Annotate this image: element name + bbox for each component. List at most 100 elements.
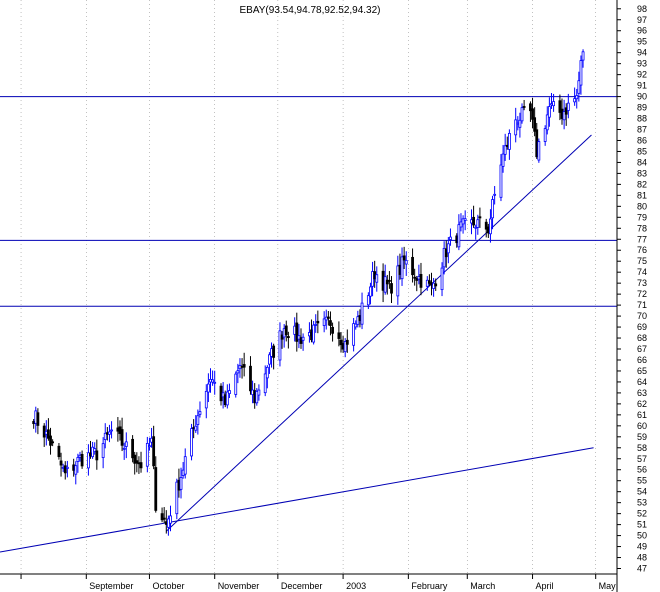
candle-body xyxy=(297,335,301,340)
candle-body xyxy=(47,429,50,439)
candle-body xyxy=(402,255,406,261)
y-tick-label: 74 xyxy=(637,267,647,277)
candle-body xyxy=(249,365,252,392)
candle-body xyxy=(322,318,326,326)
candle-body xyxy=(120,429,124,446)
y-tick-label: 78 xyxy=(637,223,647,233)
y-tick-label: 57 xyxy=(637,454,647,464)
y-tick-label: 97 xyxy=(637,15,647,25)
candle-body xyxy=(221,392,225,398)
candle-body xyxy=(131,438,135,459)
candle-body xyxy=(183,456,187,475)
y-tick-label: 80 xyxy=(637,201,647,211)
candle-body xyxy=(255,390,259,404)
candle-body xyxy=(308,332,311,337)
candle-body xyxy=(507,132,511,150)
candle-body xyxy=(337,332,341,339)
candle-body xyxy=(415,277,419,281)
y-tick-label: 77 xyxy=(637,234,647,244)
candle-body xyxy=(550,103,553,106)
y-tick-label: 76 xyxy=(637,245,647,255)
candle-body xyxy=(34,410,38,424)
y-tick-label: 75 xyxy=(637,256,647,266)
candle-body xyxy=(166,518,170,528)
candle-body xyxy=(388,279,391,282)
candle-body xyxy=(251,389,254,396)
candle-body xyxy=(531,108,534,120)
candle-body xyxy=(371,271,374,287)
candle-body xyxy=(265,366,269,379)
candle-body xyxy=(547,106,551,118)
y-tick-label: 61 xyxy=(637,410,647,420)
candle-body xyxy=(573,98,577,103)
plot-background xyxy=(0,0,617,574)
y-tick-label: 68 xyxy=(637,333,647,343)
y-tick-label: 49 xyxy=(637,542,647,552)
candle-body xyxy=(278,330,282,361)
y-tick-label: 60 xyxy=(637,421,647,431)
candle-body xyxy=(543,128,547,142)
candle-body xyxy=(175,481,179,515)
x-tick-label: October xyxy=(152,581,184,591)
y-tick-label: 52 xyxy=(637,509,647,519)
candle-body xyxy=(459,221,463,228)
y-tick-label: 64 xyxy=(637,377,647,387)
candle-body xyxy=(413,276,417,279)
candle-body xyxy=(343,341,347,353)
y-tick-label: 54 xyxy=(637,487,647,497)
candle-body xyxy=(478,216,482,219)
candle-body xyxy=(133,454,137,464)
candle-body xyxy=(51,441,55,444)
candle-body xyxy=(160,513,164,521)
candle-body xyxy=(196,415,200,425)
candle-body xyxy=(44,431,48,435)
candle-body xyxy=(390,283,393,294)
candle-body xyxy=(400,256,404,280)
candle-body xyxy=(150,437,153,443)
y-tick-label: 95 xyxy=(637,37,647,47)
candle-body xyxy=(139,462,143,469)
candle-body xyxy=(375,274,379,283)
candle-body xyxy=(74,465,78,475)
candle-body xyxy=(198,411,202,415)
candle-body xyxy=(329,320,332,326)
y-tick-label: 79 xyxy=(637,212,647,222)
candle-body xyxy=(228,390,231,394)
candle-body xyxy=(282,328,286,338)
candle-body xyxy=(499,164,503,198)
candle-body xyxy=(558,100,562,113)
candle-body xyxy=(562,111,566,121)
candle-body xyxy=(213,381,217,384)
candle-body xyxy=(59,460,63,466)
candle-body xyxy=(411,256,414,276)
candle-body xyxy=(463,218,467,221)
y-tick-label: 69 xyxy=(637,322,647,332)
y-tick-label: 59 xyxy=(637,432,647,442)
candle-body xyxy=(518,119,522,128)
x-tick-label: September xyxy=(89,581,133,591)
candle-body xyxy=(455,235,459,244)
price-chart: 4748495051525354555657585960616263646566… xyxy=(0,0,647,592)
y-tick-label: 67 xyxy=(637,344,647,354)
candle-body xyxy=(257,389,261,396)
candle-body xyxy=(234,373,238,395)
candle-body xyxy=(373,271,377,280)
candle-body xyxy=(145,442,149,467)
candle-body xyxy=(449,236,452,240)
y-tick-label: 73 xyxy=(637,278,647,288)
candle-body xyxy=(552,101,555,107)
y-tick-label: 88 xyxy=(637,114,647,124)
candle-body xyxy=(194,425,198,431)
y-tick-label: 87 xyxy=(637,125,647,135)
candle-body xyxy=(32,421,36,425)
candle-body xyxy=(219,385,223,402)
candle-body xyxy=(339,339,343,346)
candle-body xyxy=(404,260,408,265)
candle-body xyxy=(425,279,429,287)
y-tick-label: 92 xyxy=(637,70,647,80)
candle-body xyxy=(444,248,448,258)
candle-body xyxy=(280,334,284,340)
y-tick-label: 58 xyxy=(637,443,647,453)
candle-body xyxy=(535,129,539,158)
x-tick-label: December xyxy=(281,581,323,591)
